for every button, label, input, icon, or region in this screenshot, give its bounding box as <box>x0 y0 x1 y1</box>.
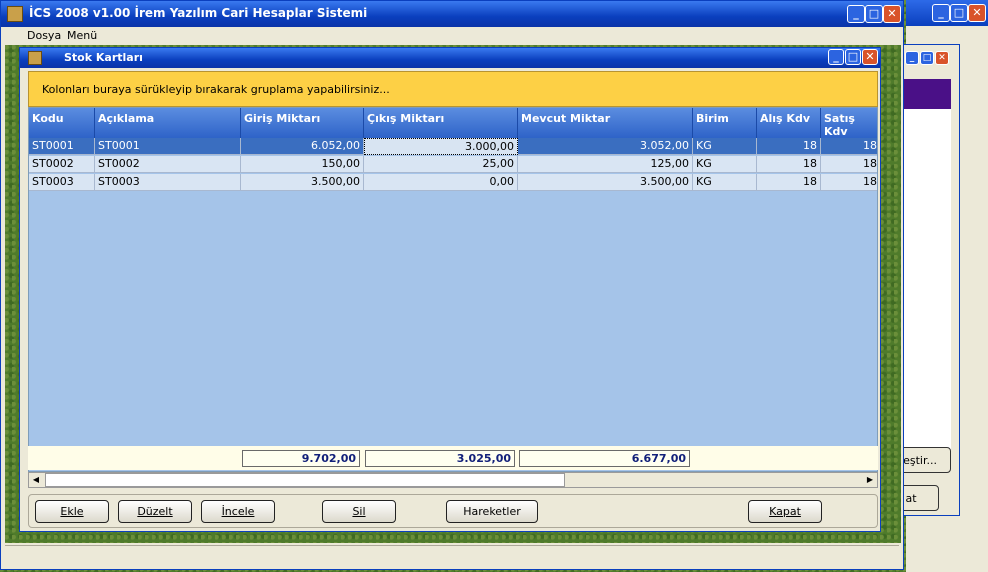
minimize-icon[interactable]: _ <box>905 51 919 65</box>
cell-cikis[interactable]: 3.000,00 <box>364 138 518 155</box>
stok-kartlari-window: Stok Kartları _ □ ✕ Kolonları buraya sür… <box>19 47 881 532</box>
background-child-window: _ □ ✕ lleştir... at <box>883 44 960 516</box>
cell-aciklama: ST0003 <box>95 174 241 191</box>
cell-alis-kdv: 18 <box>757 174 821 191</box>
cell-satis-kdv: 18 <box>821 174 877 191</box>
cell-kodu: ST0001 <box>29 138 95 155</box>
cell-cikis: 0,00 <box>364 174 518 191</box>
kapat-label: Kapat <box>769 505 801 518</box>
ekle-label: Ekle <box>60 505 84 518</box>
scroll-left-icon[interactable]: ◀ <box>29 473 43 487</box>
purple-panel <box>903 79 951 109</box>
close-icon[interactable]: ✕ <box>862 49 878 65</box>
child-window-icon <box>28 51 42 65</box>
close-icon[interactable]: ✕ <box>883 5 901 23</box>
minimize-icon[interactable]: _ <box>828 49 844 65</box>
horizontal-scrollbar[interactable]: ◀ ▶ <box>28 472 878 488</box>
duzelt-button[interactable]: Düzelt <box>118 500 192 523</box>
cell-mevcut: 125,00 <box>518 156 693 173</box>
minimize-icon[interactable]: _ <box>847 5 865 23</box>
maximize-icon[interactable]: □ <box>950 4 968 22</box>
app-title: İCS 2008 v1.00 İrem Yazılım Cari Hesapla… <box>29 6 368 20</box>
col-satis-kdv[interactable]: Satış Kdv <box>821 108 877 138</box>
child-title: Stok Kartları <box>64 51 143 64</box>
cell-aciklama: ST0001 <box>95 138 241 155</box>
scroll-thumb[interactable] <box>45 473 565 487</box>
cell-alis-kdv: 18 <box>757 156 821 173</box>
app-icon <box>7 6 23 22</box>
cell-satis-kdv: 18 <box>821 156 877 173</box>
menu-dosya[interactable]: Dosya <box>27 29 61 42</box>
button-panel: Ekle Düzelt İncele Sil Hareketler Kapat <box>28 494 878 528</box>
cell-cikis: 25,00 <box>364 156 518 173</box>
group-hint: Kolonları buraya sürükleyip bırakarak gr… <box>42 83 390 96</box>
background-titlebar: _ □ ✕ <box>906 0 988 26</box>
cell-mevcut: 3.500,00 <box>518 174 693 191</box>
cell-satis-kdv: 18 <box>821 138 877 155</box>
total-mevcut: 6.677,00 <box>519 450 690 467</box>
group-by-panel[interactable]: Kolonları buraya sürükleyip bırakarak gr… <box>28 71 878 107</box>
cell-birim: KG <box>693 174 757 191</box>
col-birim[interactable]: Birim <box>693 108 757 138</box>
menu-menu[interactable]: Menü <box>67 29 97 42</box>
white-panel <box>903 109 951 464</box>
total-cikis: 3.025,00 <box>365 450 515 467</box>
cell-birim: KG <box>693 156 757 173</box>
duzelt-label: Düzelt <box>137 505 173 518</box>
maximize-icon[interactable]: □ <box>920 51 934 65</box>
cell-kodu: ST0003 <box>29 174 95 191</box>
col-giris[interactable]: Giriş Miktarı <box>241 108 364 138</box>
cell-giris: 6.052,00 <box>241 138 364 155</box>
total-giris: 9.702,00 <box>242 450 360 467</box>
child-titlebar: Stok Kartları _ □ ✕ <box>20 48 880 68</box>
cell-giris: 150,00 <box>241 156 364 173</box>
col-aciklama[interactable]: Açıklama <box>95 108 241 138</box>
cell-aciklama: ST0002 <box>95 156 241 173</box>
cell-birim: KG <box>693 138 757 155</box>
close-icon[interactable]: ✕ <box>935 51 949 65</box>
kapat-button[interactable]: Kapat <box>748 500 822 523</box>
maximize-icon[interactable]: □ <box>845 49 861 65</box>
incele-label: İncele <box>221 505 255 518</box>
menubar: Dosya Menü <box>1 27 903 45</box>
hareketler-button[interactable]: Hareketler <box>446 500 538 523</box>
main-titlebar: İCS 2008 v1.00 İrem Yazılım Cari Hesapla… <box>1 1 903 27</box>
stock-grid: Kodu Açıklama Giriş Miktarı Çıkış Miktar… <box>28 107 878 472</box>
hareketler-label: Hareketler <box>463 505 521 518</box>
main-window: İCS 2008 v1.00 İrem Yazılım Cari Hesapla… <box>0 0 904 570</box>
close-icon[interactable]: ✕ <box>968 4 986 22</box>
col-kodu[interactable]: Kodu <box>29 108 95 138</box>
minimize-icon[interactable]: _ <box>932 4 950 22</box>
incele-button[interactable]: İncele <box>201 500 275 523</box>
grid-footer: 9.702,00 3.025,00 6.677,00 <box>28 446 878 470</box>
ekle-button[interactable]: Ekle <box>35 500 109 523</box>
status-bar <box>5 545 899 568</box>
cell-kodu: ST0002 <box>29 156 95 173</box>
maximize-icon[interactable]: □ <box>865 5 883 23</box>
sil-button[interactable]: Sil <box>322 500 396 523</box>
cell-mevcut: 3.052,00 <box>518 138 693 155</box>
cell-alis-kdv: 18 <box>757 138 821 155</box>
col-cikis[interactable]: Çıkış Miktarı <box>364 108 518 138</box>
col-mevcut[interactable]: Mevcut Miktar <box>518 108 693 138</box>
grid-header: Kodu Açıklama Giriş Miktarı Çıkış Miktar… <box>29 108 877 138</box>
sil-label: Sil <box>352 505 366 518</box>
col-alis-kdv[interactable]: Alış Kdv <box>757 108 821 138</box>
scroll-right-icon[interactable]: ▶ <box>863 473 877 487</box>
cell-giris: 3.500,00 <box>241 174 364 191</box>
